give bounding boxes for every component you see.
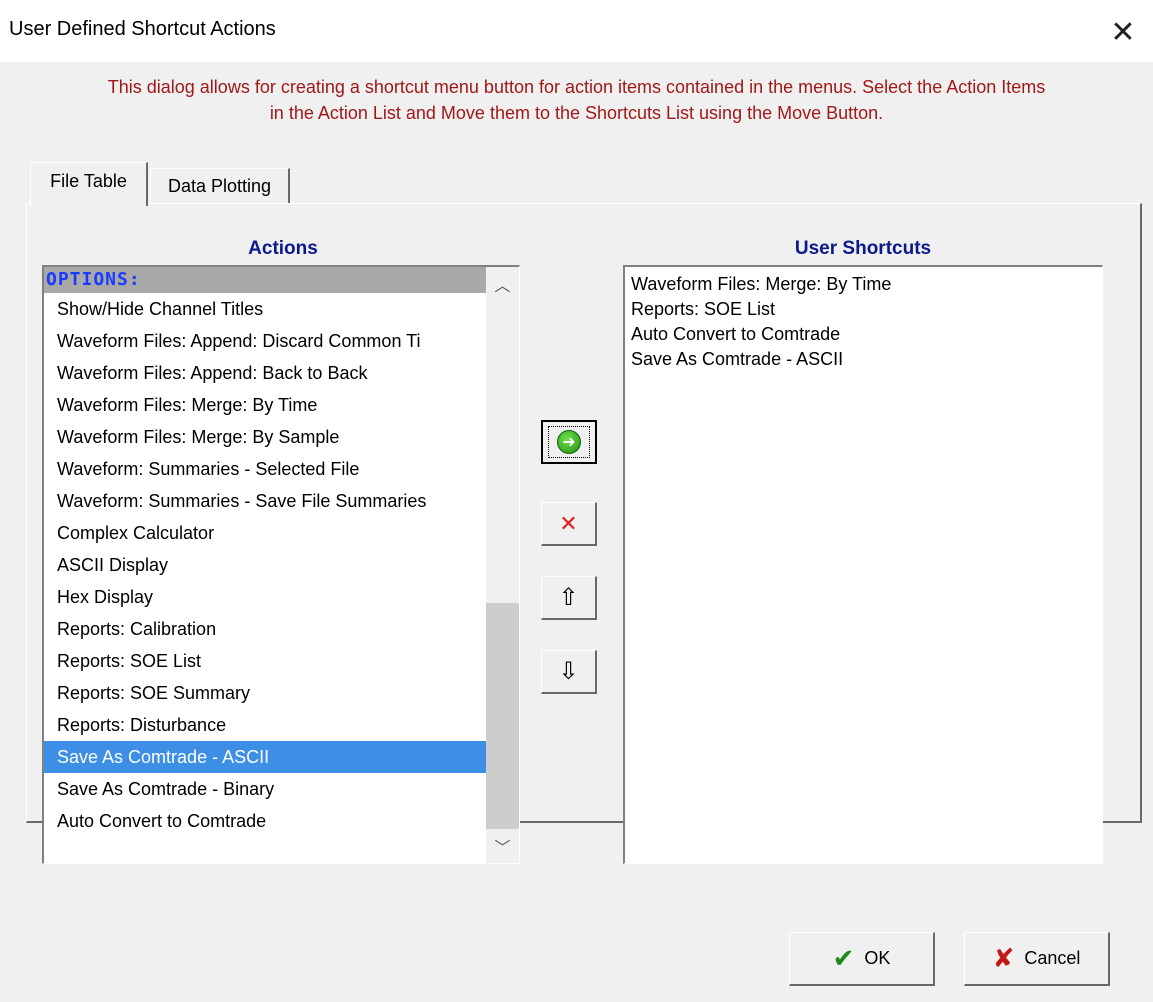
delete-x-icon: ✕ (559, 510, 578, 536)
move-button-focus: ➜ (548, 426, 590, 458)
actions-list: OPTIONS: Show/Hide Channel Titles Wavefor… (44, 267, 486, 863)
action-item[interactable]: Reports: SOE Summary (44, 677, 486, 709)
close-button[interactable]: ✕ (1101, 10, 1145, 54)
action-item[interactable]: Waveform Files: Append: Discard Common T… (44, 325, 486, 357)
shortcuts-list: Waveform Files: Merge: By Time Reports: S… (625, 272, 1102, 372)
title-bar: User Defined Shortcut Actions ✕ (0, 0, 1153, 62)
dialog-description: This dialog allows for creating a shortc… (0, 74, 1153, 126)
tab-file-table[interactable]: File Table (30, 162, 148, 206)
actions-items: Show/Hide Channel Titles Waveform Files: … (44, 293, 486, 837)
window-title: User Defined Shortcut Actions (9, 18, 276, 40)
action-item[interactable]: Hex Display (44, 581, 486, 613)
checkmark-icon: ✔ (832, 943, 855, 973)
cancel-label: Cancel (1024, 948, 1081, 968)
scroll-thumb[interactable] (486, 603, 519, 829)
scroll-up-button[interactable]: ︿ (486, 267, 519, 301)
ok-button[interactable]: ✔ OK (789, 932, 935, 986)
actions-scrollbar[interactable]: ︿ ﹀ (486, 267, 519, 863)
action-item[interactable]: Waveform Files: Merge: By Time (44, 389, 486, 421)
move-right-icon: ➜ (557, 430, 581, 454)
shortcuts-listbox[interactable]: Waveform Files: Merge: By Time Reports: S… (623, 265, 1103, 864)
action-item[interactable]: Waveform: Summaries - Save File Summarie… (44, 485, 486, 517)
delete-button[interactable]: ✕ (541, 502, 597, 546)
action-item[interactable]: Waveform: Summaries - Selected File (44, 453, 486, 485)
shortcut-item[interactable]: Waveform Files: Merge: By Time (625, 272, 1102, 297)
action-item[interactable]: Show/Hide Channel Titles (44, 293, 486, 325)
close-icon: ✕ (1110, 15, 1136, 49)
ok-label: OK (864, 948, 891, 968)
move-down-button[interactable]: ⇩ (541, 650, 597, 694)
action-item[interactable]: Reports: SOE List (44, 645, 486, 677)
action-item[interactable]: Auto Convert to Comtrade (44, 805, 486, 837)
action-item[interactable]: Reports: Calibration (44, 613, 486, 645)
action-item[interactable]: ASCII Display (44, 549, 486, 581)
action-item[interactable]: Reports: Disturbance (44, 709, 486, 741)
action-item[interactable]: Waveform Files: Append: Back to Back (44, 357, 486, 389)
arrow-up-icon: ⇧ (558, 584, 579, 611)
chevron-up-icon: ︿ (494, 278, 511, 295)
move-up-button[interactable]: ⇧ (541, 576, 597, 620)
cancel-button[interactable]: ✘ Cancel (964, 932, 1110, 986)
actions-listbox[interactable]: OPTIONS: Show/Hide Channel Titles Wavefor… (42, 265, 520, 864)
chevron-down-icon: ﹀ (494, 840, 511, 857)
shortcuts-heading: User Shortcuts (794, 238, 932, 259)
scroll-down-button[interactable]: ﹀ (486, 829, 519, 863)
actions-heading: Actions (248, 238, 318, 259)
move-button[interactable]: ➜ (541, 420, 597, 464)
description-line-1: This dialog allows for creating a shortc… (107, 77, 1046, 97)
action-item[interactable]: Save As Comtrade - ASCII (44, 741, 486, 773)
arrow-down-icon: ⇩ (558, 658, 579, 685)
shortcut-item[interactable]: Reports: SOE List (625, 297, 1102, 322)
action-item[interactable]: Complex Calculator (44, 517, 486, 549)
tab-data-plotting[interactable]: Data Plotting (150, 168, 290, 204)
actions-group-header: OPTIONS: (44, 267, 486, 293)
shortcut-item[interactable]: Auto Convert to Comtrade (625, 322, 1102, 347)
cancel-x-icon: ✘ (992, 943, 1015, 973)
action-item[interactable]: Waveform Files: Merge: By Sample (44, 421, 486, 453)
action-item[interactable]: Save As Comtrade - Binary (44, 773, 486, 805)
description-line-2: in the Action List and Move them to the … (269, 103, 884, 123)
shortcut-item[interactable]: Save As Comtrade - ASCII (625, 347, 1102, 372)
